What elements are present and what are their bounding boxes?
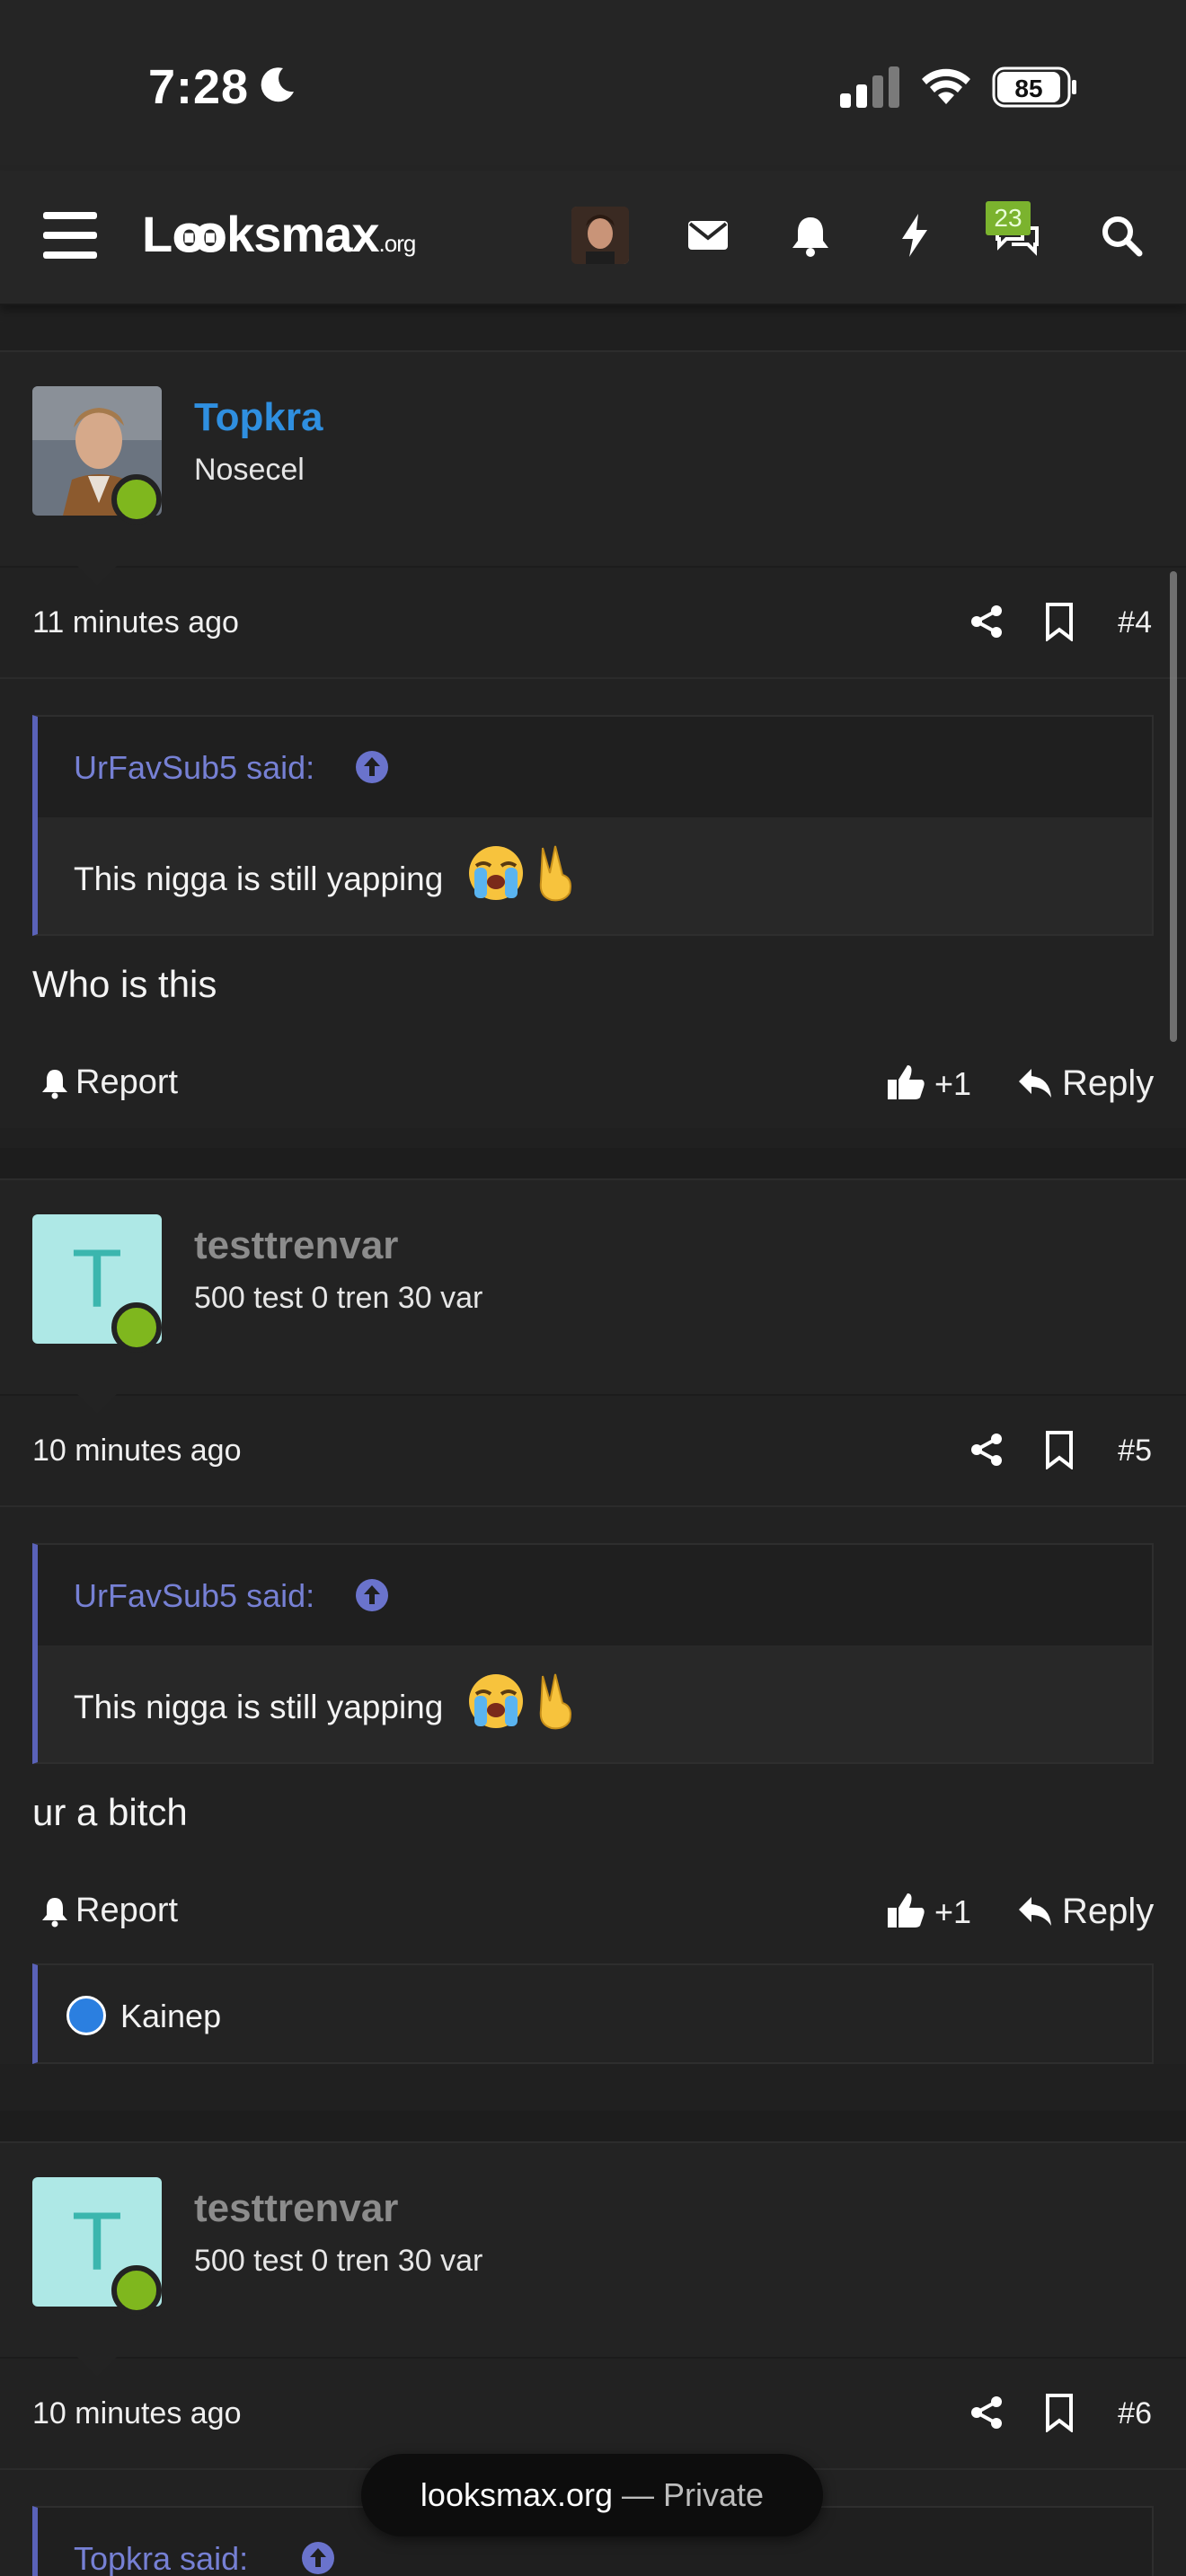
report-button[interactable]: Report <box>75 1892 178 1930</box>
quote-author[interactable]: Topkra said: <box>74 2540 248 2576</box>
toast-site: looksmax.org <box>420 2476 614 2513</box>
post-number[interactable]: #6 <box>1118 2396 1152 2431</box>
post-number[interactable]: #5 <box>1118 1434 1152 1469</box>
post-meta: 10 minutes ago #5 <box>0 1396 1186 1507</box>
quote-author[interactable]: UrFavSub5 said: <box>74 749 314 787</box>
post-4: Topkra Nosecel 11 minutes ago #4 UrFavSu… <box>0 350 1186 1128</box>
quote-content: This nigga is still yapping <box>38 817 1152 934</box>
battery-icon: 85 <box>992 66 1076 108</box>
share-icon[interactable] <box>969 2395 1005 2430</box>
logo-suffix: .org <box>378 230 417 257</box>
arrow-up-circle-icon[interactable] <box>354 749 390 785</box>
loudly-crying-emoji-icon <box>469 1674 523 1728</box>
avatar[interactable] <box>32 386 162 525</box>
quote-text: This nigga is still yapping <box>74 860 444 897</box>
post-meta: 11 minutes ago #4 <box>0 568 1186 679</box>
avatar[interactable]: T <box>32 1214 162 1353</box>
logo-text: Lꙭksmax <box>142 206 380 262</box>
reply-button[interactable]: Reply <box>1062 1063 1154 1104</box>
share-icon[interactable] <box>969 604 1005 640</box>
post-user-block: T testtrenvar 500 test 0 tren 30 var <box>0 2143 1186 2377</box>
post-separator <box>0 322 1186 350</box>
post-timestamp[interactable]: 10 minutes ago <box>32 2396 242 2431</box>
quote-author[interactable]: UrFavSub5 said: <box>74 1577 314 1615</box>
site-logo[interactable]: Lꙭksmax.org <box>142 205 417 264</box>
post-5: T testtrenvar 500 test 0 tren 30 var 10 … <box>0 1178 1186 2064</box>
online-status-indicator <box>111 1302 162 1353</box>
post-timestamp[interactable]: 11 minutes ago <box>32 605 239 640</box>
cellular-signal-icon <box>840 66 899 108</box>
avatar[interactable]: T <box>32 2177 162 2316</box>
loudly-crying-emoji-icon <box>469 846 523 900</box>
post-separator <box>0 1148 1186 1178</box>
quote-content: This nigga is still yapping <box>38 1645 1152 1762</box>
victory-hand-emoji-icon <box>539 845 571 902</box>
status-bar: 7:28 85 <box>0 0 1186 171</box>
post-username[interactable]: testtrenvar <box>194 2186 398 2231</box>
reply-button[interactable]: Reply <box>1062 1892 1154 1932</box>
quote-text: This nigga is still yapping <box>74 1689 444 1725</box>
post-number[interactable]: #4 <box>1118 605 1152 640</box>
like-reaction-icon <box>66 1996 106 2035</box>
thumbs-up-icon[interactable] <box>886 1063 925 1101</box>
bookmark-icon[interactable] <box>1044 1430 1075 1469</box>
reactions-bar[interactable]: Kainep <box>32 1963 1154 2064</box>
report-button[interactable]: Report <box>75 1063 178 1102</box>
online-status-indicator <box>111 474 162 525</box>
menu-icon[interactable] <box>43 212 97 259</box>
avatar-image <box>571 207 629 264</box>
scrollbar[interactable] <box>1170 571 1177 1042</box>
post-user-block: T testtrenvar 500 test 0 tren 30 var <box>0 1180 1186 1414</box>
post-user-block: Topkra Nosecel <box>0 352 1186 586</box>
post-username[interactable]: testtrenvar <box>194 1223 398 1268</box>
moon-icon <box>261 67 294 102</box>
toast-separator: — <box>613 2476 664 2513</box>
post-username[interactable]: Topkra <box>194 395 323 440</box>
reply-arrow-icon[interactable] <box>1017 1893 1053 1928</box>
conversations-badge: 23 <box>986 201 1031 235</box>
reaction-user[interactable]: Kainep <box>120 1998 221 2035</box>
user-title: Nosecel <box>194 453 305 487</box>
site-navbar: Lꙭksmax.org <box>0 171 1186 305</box>
quote-block: UrFavSub5 said: This nigga is still yapp… <box>32 715 1154 936</box>
victory-hand-emoji-icon <box>539 1673 571 1730</box>
post-message: Who is this <box>32 963 217 1005</box>
bookmark-icon[interactable] <box>1044 602 1075 641</box>
status-time: 7:28 <box>148 60 250 114</box>
post-actions: Report +1 Reply <box>0 1847 1186 1956</box>
toast-mode: Private <box>663 2476 765 2513</box>
like-count[interactable]: +1 <box>934 1065 971 1103</box>
mail-icon[interactable] <box>683 210 733 260</box>
bell-report-icon[interactable] <box>40 1067 70 1099</box>
post-timestamp[interactable]: 10 minutes ago <box>32 1434 242 1469</box>
like-count[interactable]: +1 <box>934 1893 971 1931</box>
user-title: 500 test 0 tren 30 var <box>194 2244 483 2278</box>
quote-header: UrFavSub5 said: <box>38 1545 1152 1645</box>
post-separator <box>0 2111 1186 2141</box>
quote-block: UrFavSub5 said: This nigga is still yapp… <box>32 1543 1154 1764</box>
share-icon[interactable] <box>969 1432 1005 1468</box>
user-avatar[interactable] <box>571 207 629 264</box>
user-title: 500 test 0 tren 30 var <box>194 1281 483 1315</box>
post-message: ur a bitch <box>32 1791 188 1833</box>
arrow-up-circle-icon[interactable] <box>354 1577 390 1613</box>
bell-report-icon[interactable] <box>40 1895 70 1928</box>
quote-header: UrFavSub5 said: <box>38 717 1152 817</box>
lightning-icon[interactable] <box>890 210 940 260</box>
bell-icon[interactable] <box>785 210 836 260</box>
bookmark-icon[interactable] <box>1044 2393 1075 2432</box>
online-status-indicator <box>111 2265 162 2316</box>
browser-private-toast: looksmax.org — Private <box>361 2454 823 2536</box>
battery-level: 85 <box>1014 75 1042 102</box>
arrow-up-circle-icon[interactable] <box>300 2540 336 2576</box>
reply-arrow-icon[interactable] <box>1017 1065 1053 1099</box>
search-icon[interactable] <box>1096 210 1146 260</box>
thumbs-up-icon[interactable] <box>886 1892 925 1929</box>
wifi-icon <box>922 68 970 104</box>
post-actions: Report +1 Reply <box>0 1019 1186 1128</box>
